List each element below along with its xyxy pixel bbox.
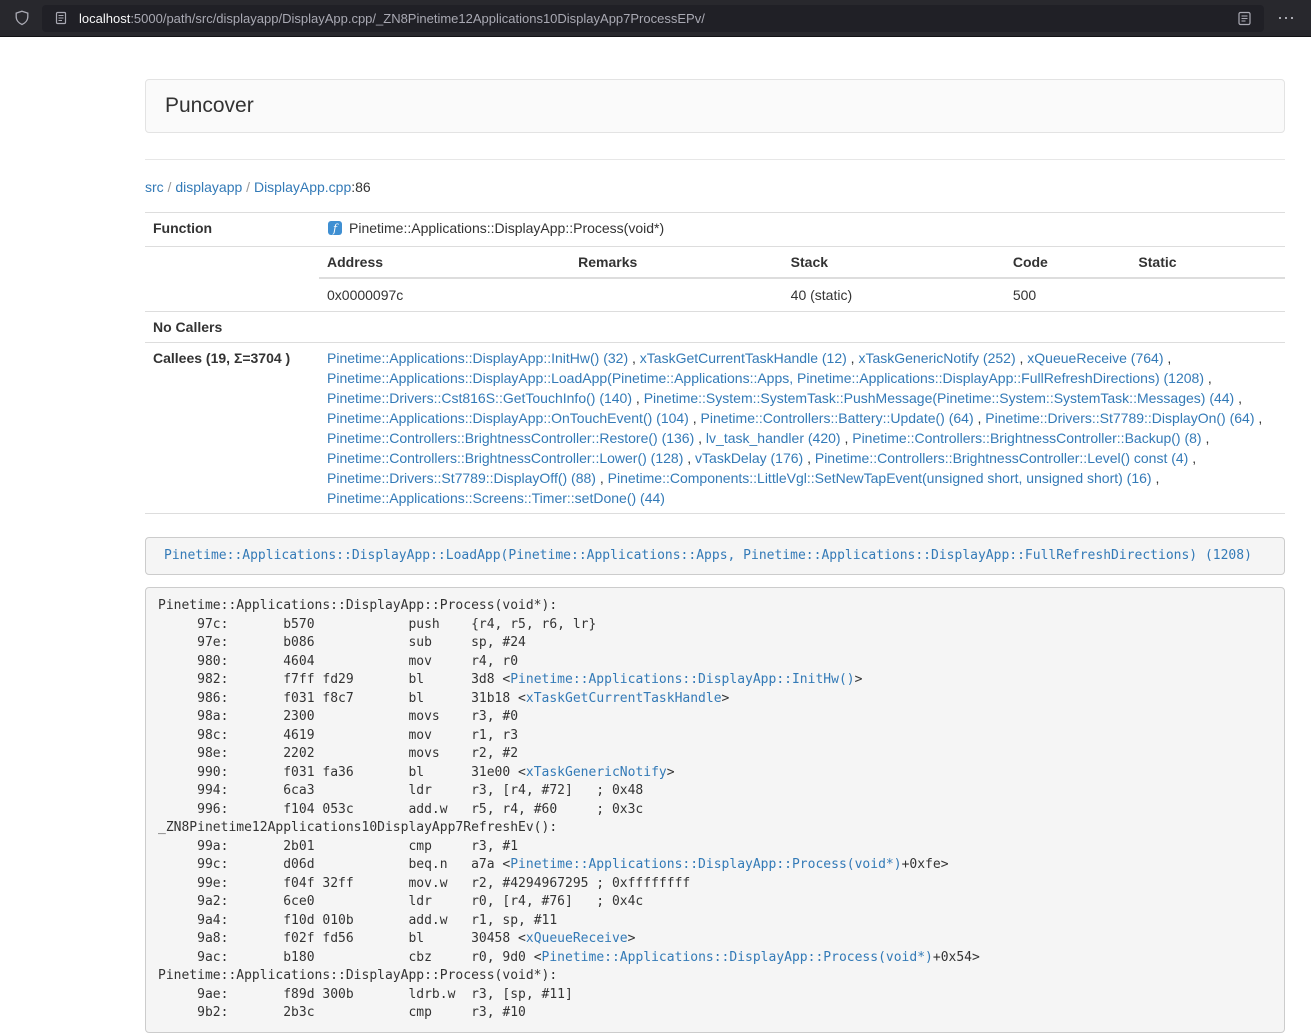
callee-link[interactable]: Pinetime::Applications::Screens::Timer::…: [327, 490, 665, 506]
content-container: Puncover src / displayapp / DisplayApp.c…: [145, 79, 1285, 1033]
callee-link[interactable]: lv_task_handler (420): [706, 430, 841, 446]
callees-label: Callees (19, Σ=3704 ): [145, 343, 319, 514]
no-callers-label: No Callers: [145, 312, 319, 343]
callee-link[interactable]: Pinetime::Applications::DisplayApp::OnTo…: [327, 410, 689, 426]
url-path: :5000/path/src/displayapp/DisplayApp.cpp…: [130, 11, 705, 26]
breadcrumb-line-number: :86: [351, 179, 370, 195]
breadcrumb-separator: /: [164, 179, 176, 195]
shield-icon[interactable]: [12, 8, 32, 28]
callee-link[interactable]: Pinetime::Controllers::BrightnessControl…: [852, 430, 1201, 446]
url-host: localhost: [79, 11, 130, 26]
callee-link[interactable]: Pinetime::Controllers::BrightnessControl…: [327, 450, 683, 466]
callee-link[interactable]: xTaskGenericNotify (252): [858, 350, 1015, 366]
asm-symbol-link[interactable]: xTaskGenericNotify: [526, 765, 667, 780]
detail-label-spacer: [145, 247, 319, 312]
detail-row: AddressRemarksStackCodeStatic 0x0000097c…: [145, 247, 1285, 312]
callee-link[interactable]: xQueueReceive (764): [1027, 350, 1163, 366]
column-header: Address: [319, 247, 570, 278]
function-icon: f: [327, 220, 343, 241]
detail-header-row: AddressRemarksStackCodeStatic: [319, 247, 1285, 278]
callee-link[interactable]: Pinetime::System::SystemTask::PushMessag…: [644, 390, 1235, 406]
asm-symbol-link[interactable]: xQueueReceive: [526, 931, 628, 946]
detail-value: 500: [1005, 278, 1131, 311]
callee-link[interactable]: Pinetime::Drivers::Cst816S::GetTouchInfo…: [327, 390, 632, 406]
breadcrumb-link[interactable]: DisplayApp.cpp: [254, 179, 351, 195]
snippet-symbol-link[interactable]: Pinetime::Applications::DisplayApp::Load…: [164, 548, 1252, 563]
detail-value-row: 0x0000097c 40 (static)500: [319, 278, 1285, 311]
detail-table: AddressRemarksStackCodeStatic 0x0000097c…: [319, 247, 1285, 311]
browser-chrome: localhost:5000/path/src/displayapp/Displ…: [0, 0, 1311, 37]
url-bar[interactable]: localhost:5000/path/src/displayapp/Displ…: [42, 5, 1264, 32]
detail-value: [1130, 278, 1285, 311]
page-title: Puncover: [165, 93, 1265, 119]
callee-link[interactable]: Pinetime::Controllers::BrightnessControl…: [815, 450, 1188, 466]
function-name: Pinetime::Applications::DisplayApp::Proc…: [349, 220, 664, 236]
breadcrumb-link[interactable]: displayapp: [175, 179, 242, 195]
callee-link[interactable]: Pinetime::Components::LittleVgl::SetNewT…: [608, 470, 1152, 486]
callee-link[interactable]: xTaskGetCurrentTaskHandle (12): [640, 350, 847, 366]
callee-link[interactable]: Pinetime::Controllers::BrightnessControl…: [327, 430, 694, 446]
callee-link[interactable]: vTaskDelay (176): [695, 450, 803, 466]
detail-value: [570, 278, 783, 311]
url-text: localhost:5000/path/src/displayapp/Displ…: [79, 11, 1226, 26]
callees-cell: Pinetime::Applications::DisplayApp::Init…: [319, 343, 1285, 514]
disassembly-pre: Pinetime::Applications::DisplayApp::Proc…: [145, 587, 1285, 1033]
reader-view-icon[interactable]: [1235, 9, 1254, 28]
snippet-header: Pinetime::Applications::DisplayApp::Load…: [145, 537, 1285, 575]
column-header: Static: [1130, 247, 1285, 278]
column-header: Remarks: [570, 247, 783, 278]
column-header: Stack: [783, 247, 1005, 278]
divider: [145, 159, 1285, 160]
function-row: Function f Pinetime::Applications::Displ…: [145, 213, 1285, 247]
breadcrumb: src / displayapp / DisplayApp.cpp:86: [145, 177, 1285, 197]
asm-symbol-link[interactable]: xTaskGetCurrentTaskHandle: [526, 691, 722, 706]
detail-value: 0x0000097c: [319, 278, 570, 311]
detail-cell: AddressRemarksStackCodeStatic 0x0000097c…: [319, 247, 1285, 312]
symbol-table: Function f Pinetime::Applications::Displ…: [145, 212, 1285, 514]
callees-row: Callees (19, Σ=3704 ) Pinetime::Applicat…: [145, 343, 1285, 514]
callee-link[interactable]: Pinetime::Applications::DisplayApp::Init…: [327, 350, 628, 366]
asm-symbol-link[interactable]: Pinetime::Applications::DisplayApp::Proc…: [542, 950, 933, 965]
page-icon[interactable]: [52, 9, 70, 27]
callee-link[interactable]: Pinetime::Applications::DisplayApp::Load…: [327, 370, 1204, 386]
app-header-panel: Puncover: [145, 79, 1285, 133]
callers-cell: [319, 312, 1285, 343]
callers-row: No Callers: [145, 312, 1285, 343]
function-label: Function: [145, 213, 319, 247]
callee-link[interactable]: Pinetime::Controllers::Battery::Update()…: [701, 410, 974, 426]
function-cell: f Pinetime::Applications::DisplayApp::Pr…: [319, 213, 1285, 247]
asm-symbol-link[interactable]: Pinetime::Applications::DisplayApp::Proc…: [510, 857, 901, 872]
breadcrumb-separator: /: [242, 179, 254, 195]
asm-symbol-link[interactable]: Pinetime::Applications::DisplayApp::Init…: [510, 672, 854, 687]
breadcrumb-link[interactable]: src: [145, 179, 164, 195]
overflow-menu-icon[interactable]: ⋯: [1274, 9, 1299, 27]
page-body: Puncover src / displayapp / DisplayApp.c…: [0, 79, 1311, 1033]
callee-link[interactable]: Pinetime::Drivers::St7789::DisplayOn() (…: [985, 410, 1254, 426]
detail-value: 40 (static): [783, 278, 1005, 311]
callee-link[interactable]: Pinetime::Drivers::St7789::DisplayOff() …: [327, 470, 596, 486]
column-header: Code: [1005, 247, 1131, 278]
